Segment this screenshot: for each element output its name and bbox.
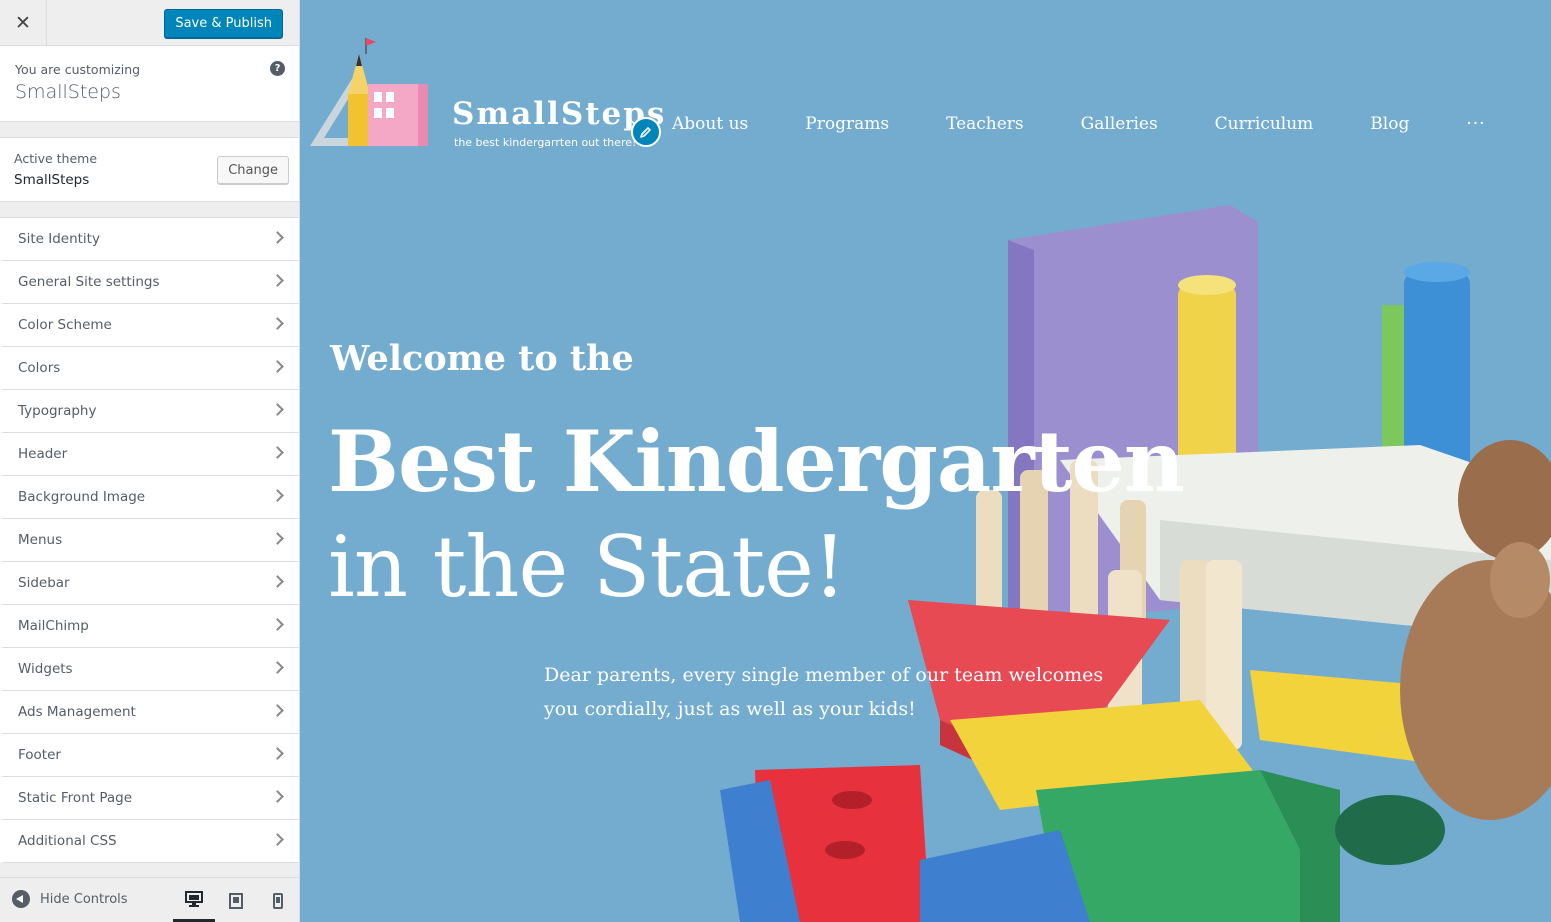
hero-description-line: Dear parents, every single member of our…: [544, 664, 1104, 686]
chevron-right-icon: [271, 317, 284, 330]
section-ads-management[interactable]: Ads Management: [0, 691, 299, 734]
customizer-info: You are customizing SmallSteps ?: [0, 46, 299, 122]
section-widgets[interactable]: Widgets: [0, 648, 299, 691]
nav-item-programs[interactable]: Programs: [805, 114, 889, 134]
desktop-icon: [185, 890, 203, 907]
chevron-right-icon: [271, 618, 284, 631]
section-label: Menus: [18, 532, 63, 548]
save-publish-button[interactable]: Save & Publish: [164, 9, 283, 38]
customizer-sections: Site Identity General Site settings Colo…: [0, 217, 299, 863]
section-label: Widgets: [18, 661, 73, 677]
collapse-arrow-icon: [12, 890, 30, 908]
section-footer[interactable]: Footer: [0, 734, 299, 777]
nav-more-button[interactable]: ···: [1466, 114, 1485, 134]
primary-navigation: About us Programs Teachers Galleries Cur…: [672, 114, 1543, 134]
section-static-front-page[interactable]: Static Front Page: [0, 777, 299, 820]
section-color-scheme[interactable]: Color Scheme: [0, 304, 299, 347]
site-logo: [310, 38, 428, 146]
section-label: Background Image: [18, 489, 146, 505]
chevron-right-icon: [271, 747, 284, 760]
active-theme-panel: Active theme SmallSteps Change: [0, 137, 299, 202]
customizing-label: You are customizing: [15, 62, 141, 77]
section-label: Header: [18, 446, 68, 462]
pencil-icon: [640, 127, 651, 138]
chevron-right-icon: [271, 274, 284, 287]
hero-description: Dear parents, every single member of our…: [544, 658, 1104, 726]
site-preview: SmallSteps the best kindergarrten out th…: [300, 0, 1551, 922]
preview-desktop-button[interactable]: [173, 878, 215, 922]
section-label: MailChimp: [18, 618, 89, 634]
help-icon[interactable]: ?: [270, 61, 285, 76]
nav-item-blog[interactable]: Blog: [1370, 114, 1409, 134]
section-background-image[interactable]: Background Image: [0, 476, 299, 519]
section-typography[interactable]: Typography: [0, 390, 299, 433]
chevron-right-icon: [271, 790, 284, 803]
customizer-sidebar: ✕ Save & Publish You are customizing Sma…: [0, 0, 300, 922]
hero-description-line: you cordially, just as well as your kids…: [544, 698, 916, 720]
hero-heading-line2: in the State!: [328, 518, 847, 616]
section-label: General Site settings: [18, 274, 160, 290]
section-label: Site Identity: [18, 231, 100, 247]
section-label: Colors: [18, 360, 61, 376]
nav-item-curriculum[interactable]: Curriculum: [1215, 114, 1314, 134]
section-header[interactable]: Header: [0, 433, 299, 476]
change-theme-button[interactable]: Change: [217, 156, 289, 184]
customizing-site-name: SmallSteps: [15, 81, 121, 103]
chevron-right-icon: [271, 661, 284, 674]
chevron-right-icon: [271, 403, 284, 416]
edit-pencil-icon[interactable]: [631, 117, 661, 147]
section-mailchimp[interactable]: MailChimp: [0, 605, 299, 648]
hide-controls-label: Hide Controls: [40, 891, 128, 907]
close-icon[interactable]: ✕: [0, 0, 47, 46]
section-menus[interactable]: Menus: [0, 519, 299, 562]
section-colors[interactable]: Colors: [0, 347, 299, 390]
chevron-right-icon: [271, 833, 284, 846]
smartphone-icon: [273, 892, 283, 909]
site-tagline: the best kindergarrten out there!: [454, 136, 637, 149]
nav-item-teachers[interactable]: Teachers: [946, 114, 1024, 134]
nav-item-galleries[interactable]: Galleries: [1081, 114, 1158, 134]
chevron-right-icon: [271, 446, 284, 459]
preview-mobile-button[interactable]: [257, 878, 299, 922]
section-label: Typography: [18, 403, 97, 419]
preview-tablet-button[interactable]: [215, 878, 257, 922]
section-additional-css[interactable]: Additional CSS: [0, 820, 299, 863]
section-sidebar[interactable]: Sidebar: [0, 562, 299, 605]
chevron-right-icon: [271, 704, 284, 717]
chevron-right-icon: [271, 575, 284, 588]
section-label: Color Scheme: [18, 317, 112, 333]
hero-welcome: Welcome to the: [330, 338, 634, 379]
section-site-identity[interactable]: Site Identity: [0, 218, 299, 261]
chevron-right-icon: [271, 532, 284, 545]
tablet-icon: [229, 892, 243, 909]
section-label: Ads Management: [18, 704, 136, 720]
customizer-header: ✕ Save & Publish: [0, 0, 299, 46]
nav-item-about-us[interactable]: About us: [672, 114, 748, 134]
section-general-site-settings[interactable]: General Site settings: [0, 261, 299, 304]
section-label: Static Front Page: [18, 790, 133, 806]
hide-controls-button[interactable]: Hide Controls: [12, 890, 128, 908]
chevron-right-icon: [271, 360, 284, 373]
hero-heading-line1: Best Kindergarten: [328, 412, 1185, 511]
section-label: Additional CSS: [18, 833, 117, 849]
chevron-right-icon: [271, 489, 284, 502]
chevron-right-icon: [271, 231, 284, 244]
section-label: Footer: [18, 747, 61, 763]
customizer-footer: Hide Controls: [0, 877, 299, 922]
section-label: Sidebar: [18, 575, 70, 591]
